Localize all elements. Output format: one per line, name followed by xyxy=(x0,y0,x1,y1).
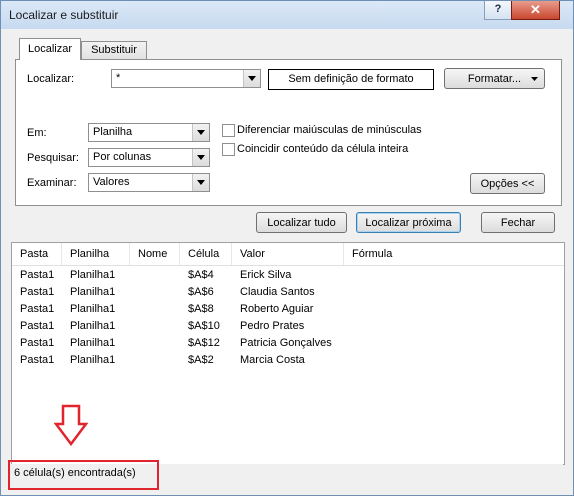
within-select[interactable]: Planilha xyxy=(88,123,210,142)
column-header-valor[interactable]: Valor xyxy=(232,243,344,265)
cell-planilha: Planilha1 xyxy=(70,269,116,281)
column-header-formula[interactable]: Fórmula xyxy=(344,243,564,265)
column-header-nome[interactable]: Nome xyxy=(130,243,180,265)
within-label: Em: xyxy=(27,127,47,139)
cell-pasta: Pasta1 xyxy=(20,303,55,315)
cell-planilha: Planilha1 xyxy=(70,286,116,298)
entire-cell-checkbox[interactable] xyxy=(222,143,235,156)
find-next-button[interactable]: Localizar próxima xyxy=(356,212,461,233)
format-button[interactable]: Formatar... xyxy=(444,68,545,89)
cell-valor: Marcia Costa xyxy=(240,354,305,366)
table-row[interactable]: Pasta1 Planilha1 $A$4 Erick Silva xyxy=(12,267,564,284)
close-window-button[interactable]: ✕ xyxy=(511,1,560,20)
entire-cell-label[interactable]: Coincidir conteúdo da célula inteira xyxy=(237,143,408,155)
help-button[interactable]: ? xyxy=(484,1,512,20)
format-button-label: Formatar... xyxy=(467,73,522,85)
format-preview: Sem definição de formato xyxy=(268,69,434,90)
match-case-checkbox[interactable] xyxy=(222,124,235,137)
close-button[interactable]: Fechar xyxy=(481,212,555,233)
column-header-celula[interactable]: Célula xyxy=(180,243,232,265)
within-dropdown-arrow[interactable] xyxy=(192,124,209,141)
column-header-planilha[interactable]: Planilha xyxy=(62,243,130,265)
table-row[interactable]: Pasta1 Planilha1 $A$6 Claudia Santos xyxy=(12,284,564,301)
tab-localizar[interactable]: Localizar xyxy=(19,38,81,60)
tab-substituir[interactable]: Substituir xyxy=(81,41,147,60)
cell-pasta: Pasta1 xyxy=(20,337,55,349)
results-header: Pasta Planilha Nome Célula Valor Fórmula xyxy=(12,243,564,266)
cell-planilha: Planilha1 xyxy=(70,354,116,366)
highlight-box-annotation xyxy=(8,460,159,490)
table-row[interactable]: Pasta1 Planilha1 $A$12 Patricia Gonçalves xyxy=(12,335,564,352)
down-arrow-annotation-icon xyxy=(54,404,88,446)
table-row[interactable]: Pasta1 Planilha1 $A$8 Roberto Aguiar xyxy=(12,301,564,318)
look-in-value: Valores xyxy=(93,176,130,188)
cell-pasta: Pasta1 xyxy=(20,286,55,298)
cell-celula: $A$6 xyxy=(188,286,214,298)
chevron-down-icon xyxy=(531,77,538,81)
find-all-button[interactable]: Localizar tudo xyxy=(256,212,347,233)
cell-celula: $A$12 xyxy=(188,337,220,349)
find-what-label: Localizar: xyxy=(27,73,75,85)
find-what-input[interactable]: * xyxy=(111,69,261,88)
results-list[interactable]: Pasta Planilha Nome Célula Valor Fórmula… xyxy=(11,242,565,465)
find-what-value: * xyxy=(116,72,121,84)
options-button[interactable]: Opções << xyxy=(470,173,545,194)
cell-valor: Patricia Gonçalves xyxy=(240,337,332,349)
cell-planilha: Planilha1 xyxy=(70,320,116,332)
cell-valor: Roberto Aguiar xyxy=(240,303,314,315)
dialog-title: Localizar e substituir xyxy=(9,8,119,22)
cell-celula: $A$4 xyxy=(188,269,214,281)
search-select[interactable]: Por colunas xyxy=(88,148,210,167)
search-dropdown-arrow[interactable] xyxy=(192,149,209,166)
table-row[interactable]: Pasta1 Planilha1 $A$2 Marcia Costa xyxy=(12,352,564,369)
search-value: Por colunas xyxy=(93,151,152,163)
cell-planilha: Planilha1 xyxy=(70,337,116,349)
within-value: Planilha xyxy=(93,126,133,138)
cell-celula: $A$2 xyxy=(188,354,214,366)
search-label: Pesquisar: xyxy=(27,152,79,164)
cell-celula: $A$8 xyxy=(188,303,214,315)
table-row[interactable]: Pasta1 Planilha1 $A$10 Pedro Prates xyxy=(12,318,564,335)
tab-substituir-label: Substituir xyxy=(91,44,137,56)
cell-celula: $A$10 xyxy=(188,320,220,332)
cell-valor: Erick Silva xyxy=(240,269,292,281)
find-replace-dialog: Localizar e substituir ? ✕ Localizar Sub… xyxy=(0,0,574,496)
match-case-label[interactable]: Diferenciar maiúsculas de minúsculas xyxy=(237,124,422,136)
look-in-label: Examinar: xyxy=(27,177,77,189)
cell-pasta: Pasta1 xyxy=(20,354,55,366)
look-in-select[interactable]: Valores xyxy=(88,173,210,192)
cell-valor: Pedro Prates xyxy=(240,320,305,332)
title-bar[interactable]: Localizar e substituir ? ✕ xyxy=(1,1,573,29)
look-in-dropdown-arrow[interactable] xyxy=(192,174,209,191)
cell-planilha: Planilha1 xyxy=(70,303,116,315)
tab-localizar-label: Localizar xyxy=(27,43,73,55)
cell-pasta: Pasta1 xyxy=(20,320,55,332)
column-header-pasta[interactable]: Pasta xyxy=(12,243,62,265)
find-what-dropdown-arrow[interactable] xyxy=(243,70,260,87)
cell-pasta: Pasta1 xyxy=(20,269,55,281)
cell-valor: Claudia Santos xyxy=(240,286,315,298)
